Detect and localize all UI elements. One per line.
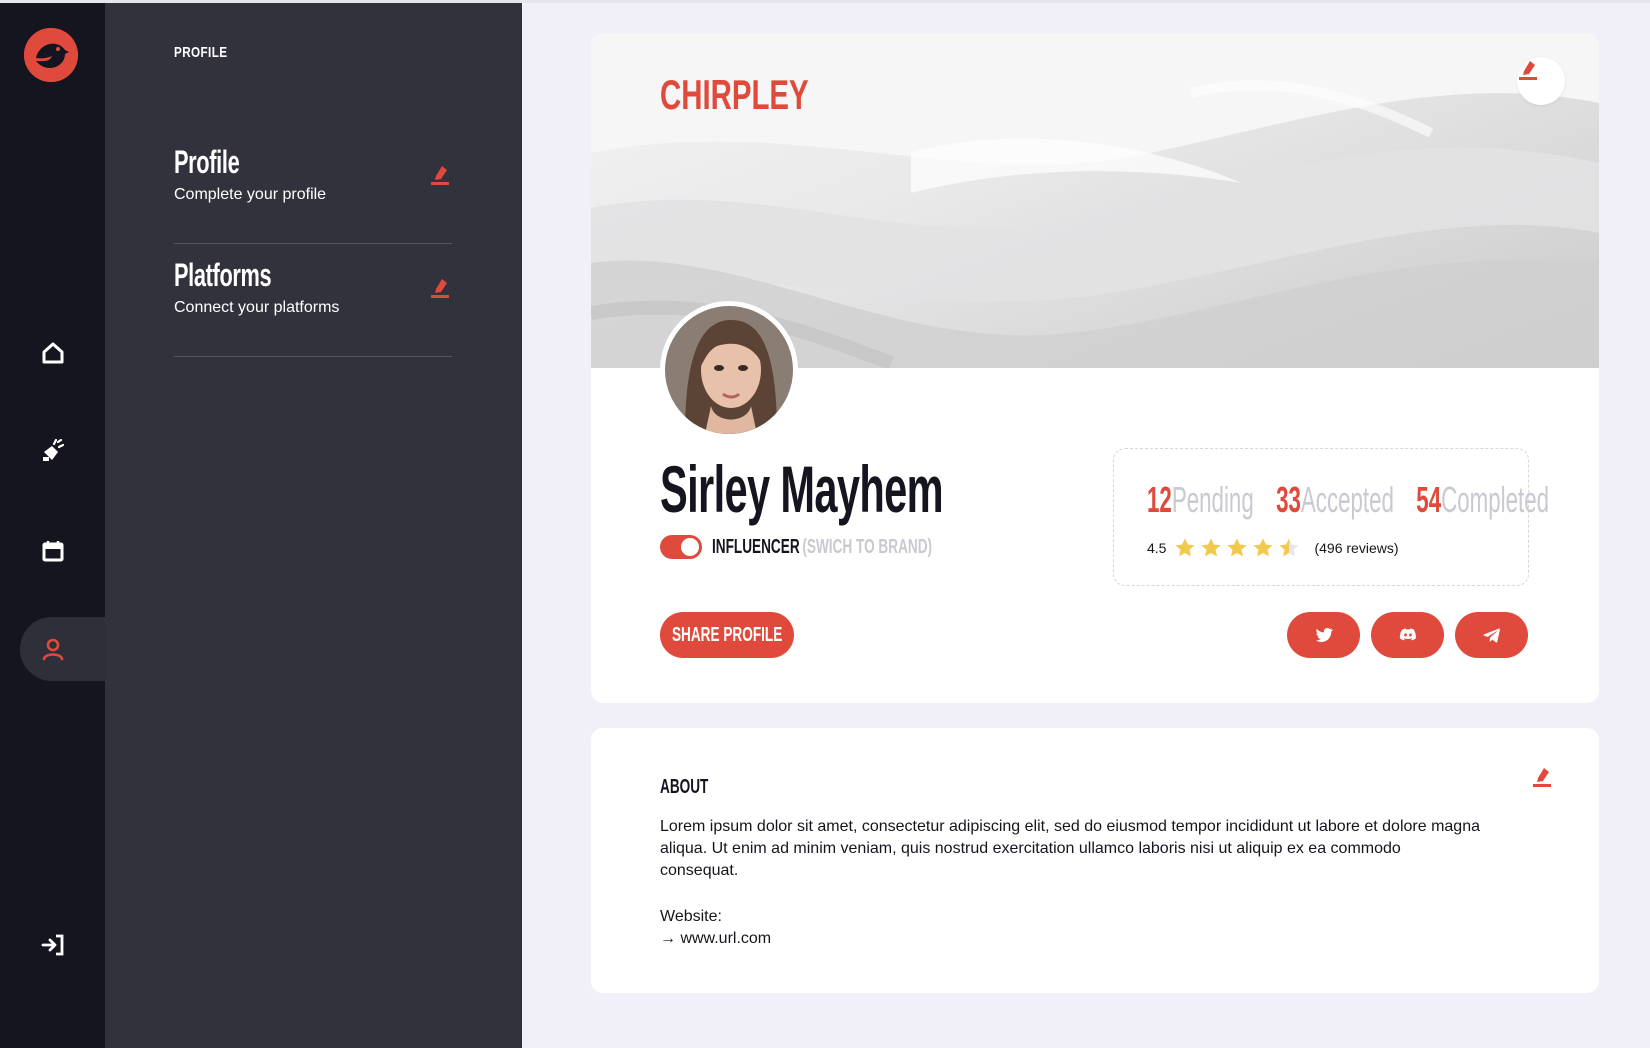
stat-value: 33 bbox=[1276, 479, 1301, 520]
share-profile-button[interactable]: SHARE PROFILE bbox=[660, 612, 794, 658]
stat-value: 54 bbox=[1416, 479, 1442, 520]
review-count[interactable]: (496 reviews) bbox=[1314, 540, 1398, 556]
avatar[interactable] bbox=[660, 301, 798, 439]
star-icon bbox=[1226, 537, 1248, 559]
website-link[interactable]: → www.url.com bbox=[660, 930, 771, 948]
bird-logo-icon bbox=[24, 28, 78, 82]
discord-button[interactable] bbox=[1371, 612, 1444, 658]
switch-to-brand-link[interactable]: (SWICH TO BRAND) bbox=[802, 536, 932, 559]
campaign-stats: 12Pending 33Accepted 54Completed bbox=[1147, 479, 1571, 521]
rating-row: 4.5 (496 reviews) bbox=[1147, 537, 1399, 559]
telegram-button[interactable] bbox=[1455, 612, 1528, 658]
logout-icon bbox=[41, 934, 63, 956]
rating-value: 4.5 bbox=[1147, 540, 1167, 556]
calendar-icon bbox=[42, 541, 63, 562]
star-icon bbox=[1278, 537, 1300, 559]
panel-title: PROFILE bbox=[174, 44, 228, 61]
twitter-icon bbox=[1315, 628, 1333, 642]
nav-profile[interactable] bbox=[20, 617, 105, 681]
share-profile-label: SHARE PROFILE bbox=[671, 623, 783, 646]
edit-banner-button[interactable] bbox=[1517, 57, 1565, 105]
about-title: ABOUT bbox=[660, 776, 709, 798]
about-card: ABOUT Lorem ipsum dolor sit amet, consec… bbox=[591, 728, 1599, 993]
settings-panel: PROFILE Profile Complete your profile Pl… bbox=[105, 3, 522, 1048]
profile-card: CHIRPLEY Sirley Mayhem INFLUENCER (SWICH… bbox=[591, 33, 1599, 703]
menu-item-platforms[interactable]: Platforms Connect your platforms bbox=[174, 244, 452, 357]
star-icon bbox=[1252, 537, 1274, 559]
nav-calendar[interactable] bbox=[20, 519, 105, 583]
menu-item-subtitle: Complete your profile bbox=[174, 186, 327, 203]
profile-name: Sirley Mayhem bbox=[660, 452, 944, 526]
user-icon bbox=[42, 638, 63, 661]
menu-item-profile[interactable]: Profile Complete your profile bbox=[174, 131, 452, 244]
edit-icon bbox=[1519, 61, 1537, 80]
nav-campaigns[interactable] bbox=[20, 419, 105, 483]
menu-item-subtitle: Connect your platforms bbox=[174, 299, 340, 316]
stat-label: Completed bbox=[1441, 479, 1550, 520]
stat-completed: 54Completed bbox=[1416, 479, 1549, 521]
menu-item-title: Profile bbox=[174, 144, 240, 180]
telegram-icon bbox=[1482, 628, 1500, 643]
icon-rail bbox=[0, 3, 105, 1048]
edit-icon[interactable] bbox=[428, 274, 452, 300]
edit-icon[interactable] bbox=[1531, 764, 1553, 788]
stat-accepted: 33Accepted bbox=[1276, 479, 1394, 521]
app-window: PROFILE Profile Complete your profile Pl… bbox=[0, 3, 1650, 1048]
chirpley-logo[interactable] bbox=[24, 28, 78, 82]
star-rating bbox=[1174, 537, 1304, 559]
star-icon bbox=[1174, 537, 1196, 559]
star-icon bbox=[1200, 537, 1222, 559]
stat-label: Accepted bbox=[1300, 479, 1394, 520]
stat-value: 12 bbox=[1147, 479, 1172, 520]
avatar-photo bbox=[665, 306, 793, 434]
discord-icon bbox=[1399, 628, 1416, 641]
stat-pending: 12Pending bbox=[1147, 479, 1254, 521]
home-icon bbox=[42, 342, 63, 364]
edit-icon[interactable] bbox=[428, 161, 452, 187]
menu-item-title: Platforms bbox=[174, 257, 272, 293]
stats-box: 12Pending 33Accepted 54Completed 4.5 (49… bbox=[1113, 448, 1549, 586]
campaigns-icon bbox=[42, 438, 64, 461]
logout-button[interactable] bbox=[20, 913, 105, 977]
nav-home[interactable] bbox=[20, 321, 105, 385]
role-label: INFLUENCER bbox=[712, 535, 800, 558]
about-description: Lorem ipsum dolor sit amet, consectetur … bbox=[660, 818, 1480, 879]
twitter-button[interactable] bbox=[1287, 612, 1360, 658]
brand-wordmark: CHIRPLEY bbox=[660, 71, 809, 118]
website-label: Website: bbox=[660, 908, 722, 925]
account-type-toggle[interactable] bbox=[660, 535, 702, 559]
account-type-label: INFLUENCER (SWICH TO BRAND) bbox=[712, 536, 932, 559]
account-type-row: INFLUENCER (SWICH TO BRAND) bbox=[660, 535, 1036, 559]
stat-label: Pending bbox=[1171, 479, 1254, 520]
